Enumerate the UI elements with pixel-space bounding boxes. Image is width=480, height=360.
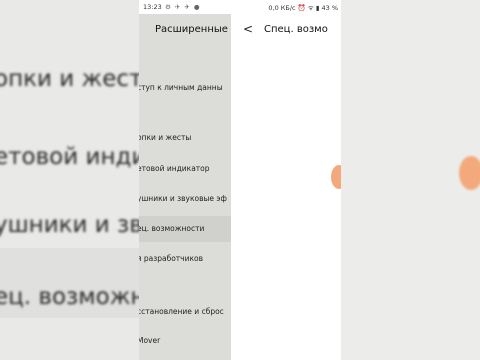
back-arrow-icon[interactable]: < — [243, 22, 253, 36]
settings-right-panel: < Спец. возмо — [231, 14, 341, 360]
status-time: 13:23 — [143, 3, 162, 11]
blurred-orange-dot — [459, 156, 480, 190]
status-bar: 13:23 ⚙ ✈ ✈ ● 0,0 КБ/с ⏰ ᯤ ▮ 43 % — [139, 0, 341, 14]
menu-item-developer-options[interactable]: я разработчиков — [139, 254, 203, 263]
blurred-line-buttons: опки и жесты — [0, 66, 139, 92]
menu-item-headphones-sound[interactable]: ушники и звуковые эф — [139, 194, 227, 203]
menu-item-light-indicator[interactable]: етовой индикатор — [139, 164, 210, 173]
blurred-line-headphones: ушники и звук — [0, 212, 139, 238]
floating-orange-button[interactable] — [331, 165, 341, 189]
menu-item-backup-reset[interactable]: сстановление и сброс — [139, 307, 224, 316]
left-panel-title: Расширенные н — [155, 24, 231, 35]
blurred-right-strip — [341, 0, 480, 360]
status-notification-icons: ⚙ ✈ ✈ ● — [165, 3, 201, 11]
menu-item-buttons-gestures[interactable]: опки и жесты — [139, 133, 191, 142]
blurred-line-accessibility: ец. возможнос — [0, 284, 139, 310]
right-panel-title: Спец. возмо — [264, 24, 328, 35]
phone-screen: 13:23 ⚙ ✈ ✈ ● 0,0 КБ/с ⏰ ᯤ ▮ 43 % Расшир… — [139, 0, 341, 360]
status-right-info: 0,0 КБ/с ⏰ ᯤ ▮ 43 % — [268, 4, 338, 12]
menu-item-accessibility[interactable]: ец. возможности — [139, 224, 204, 233]
menu-item-mover[interactable]: Mover — [139, 336, 160, 345]
blurred-line-indicator: етовой индика — [0, 144, 139, 170]
menu-item-privacy[interactable]: ступ к личным данны — [139, 83, 223, 92]
blurred-left-strip: опки и жесты етовой индика ушники и звук… — [0, 0, 139, 360]
settings-left-panel: Расширенные н ступ к личным данны опки и… — [139, 14, 231, 360]
